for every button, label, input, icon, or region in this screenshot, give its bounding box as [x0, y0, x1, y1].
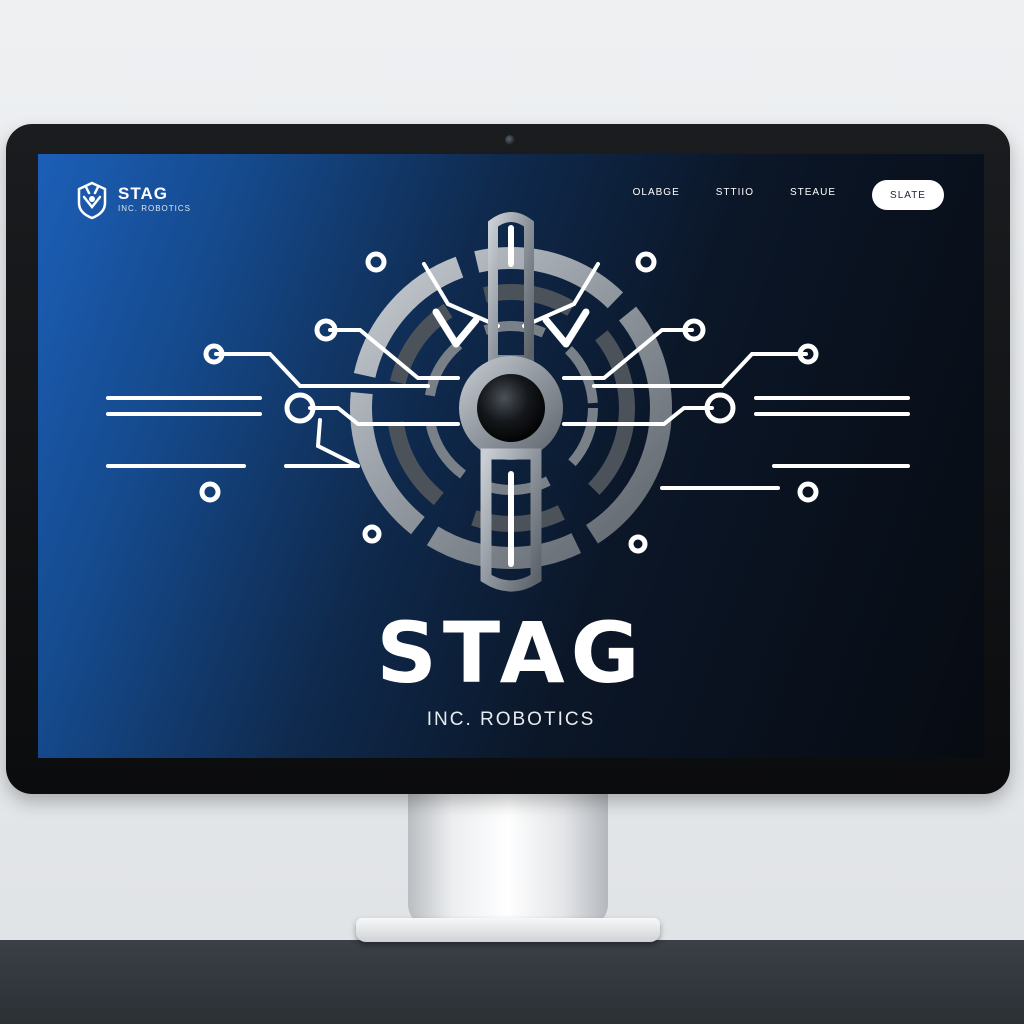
monitor-stand-neck [408, 788, 608, 928]
hero-subtitle: INC. ROBOTICS [426, 709, 596, 730]
desk-surface [0, 940, 1024, 1024]
website-screen: STAG INC. ROBOTICS OLABGE STTIIO STEAUE … [38, 154, 984, 758]
hero-title: STAG [376, 604, 646, 702]
monitor-stand-base [356, 918, 660, 942]
webcam-icon [505, 135, 515, 145]
